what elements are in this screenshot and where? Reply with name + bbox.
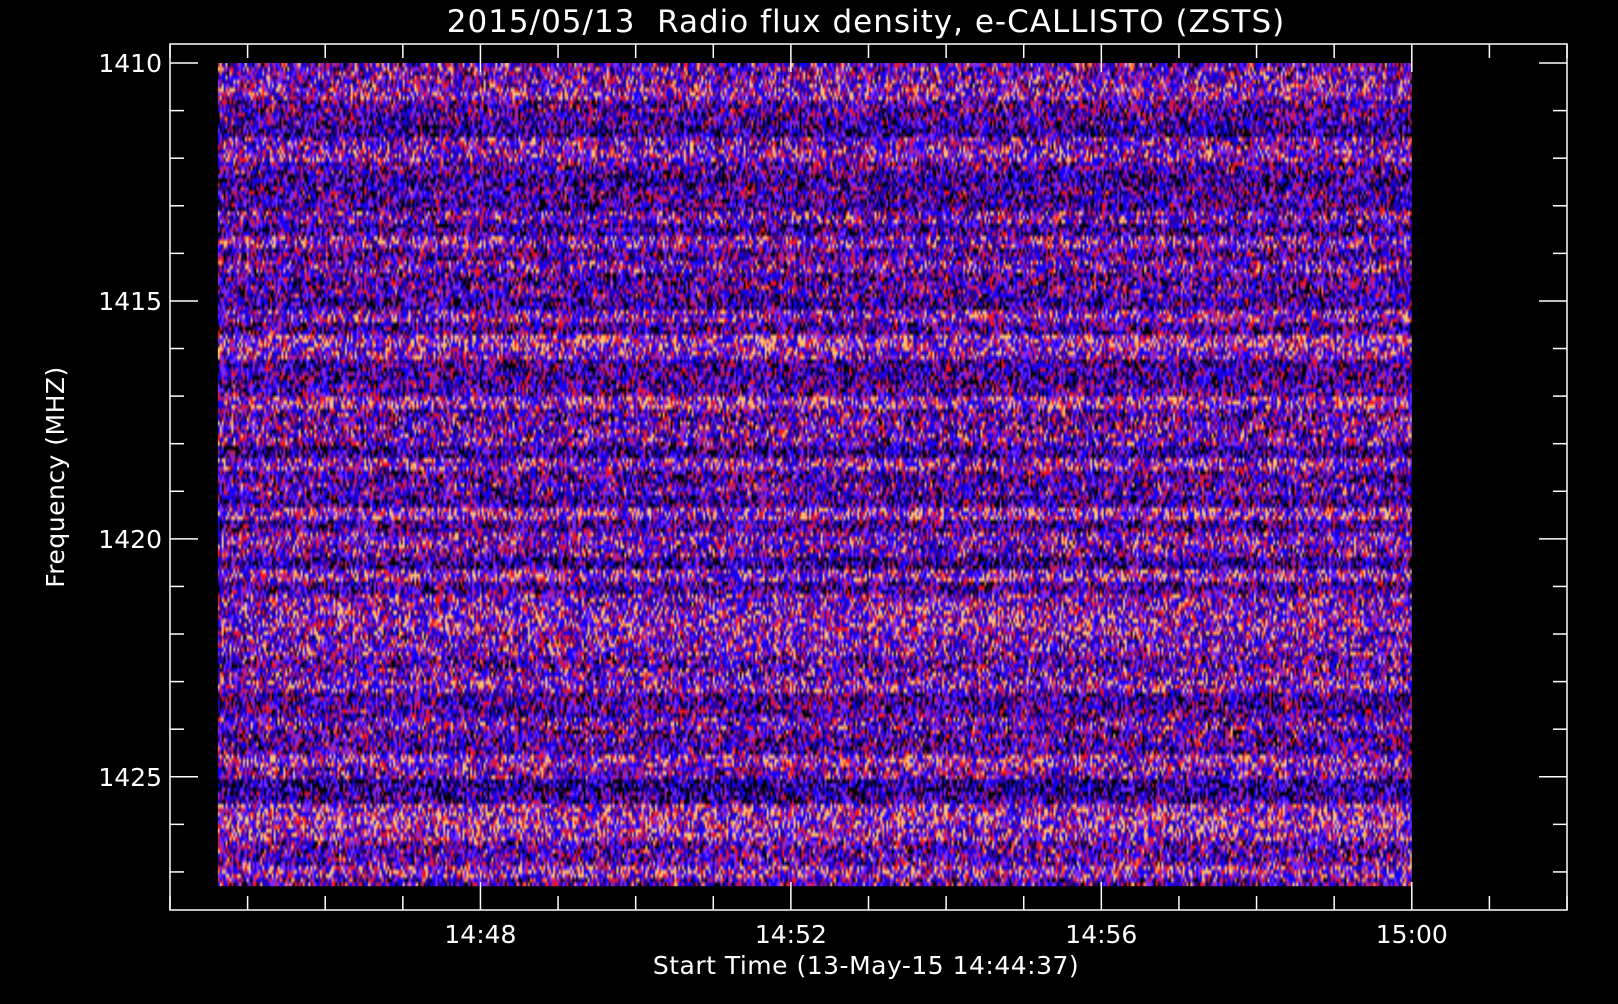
y-tick-label: 1415 — [98, 287, 162, 316]
spectrogram-heatmap — [217, 63, 1412, 887]
x-tick-label: 14:52 — [755, 920, 827, 949]
x-tick-label: 15:00 — [1376, 920, 1448, 949]
x-axis-label: Start Time (13-May-15 14:44:37) — [653, 951, 1079, 980]
heatmap-layer — [217, 63, 1412, 887]
y-axis-tick-labels: 1410 1415 1420 1425 — [98, 49, 162, 792]
chart-title: 2015/05/13 Radio flux density, e-CALLIST… — [447, 4, 1285, 40]
x-tick-label: 14:56 — [1065, 920, 1137, 949]
y-tick-label: 1420 — [98, 525, 162, 554]
y-tick-label: 1425 — [98, 763, 162, 792]
y-tick-label: 1410 — [98, 49, 162, 78]
y-axis-label: Frequency (MHZ) — [41, 366, 70, 588]
x-tick-label: 14:48 — [444, 920, 516, 949]
chart-root: 2015/05/13 Radio flux density, e-CALLIST… — [0, 0, 1618, 1000]
x-axis-tick-labels: 14:48 14:52 14:56 15:00 — [444, 920, 1447, 949]
spectrogram-chart: 2015/05/13 Radio flux density, e-CALLIST… — [41, 4, 1568, 980]
